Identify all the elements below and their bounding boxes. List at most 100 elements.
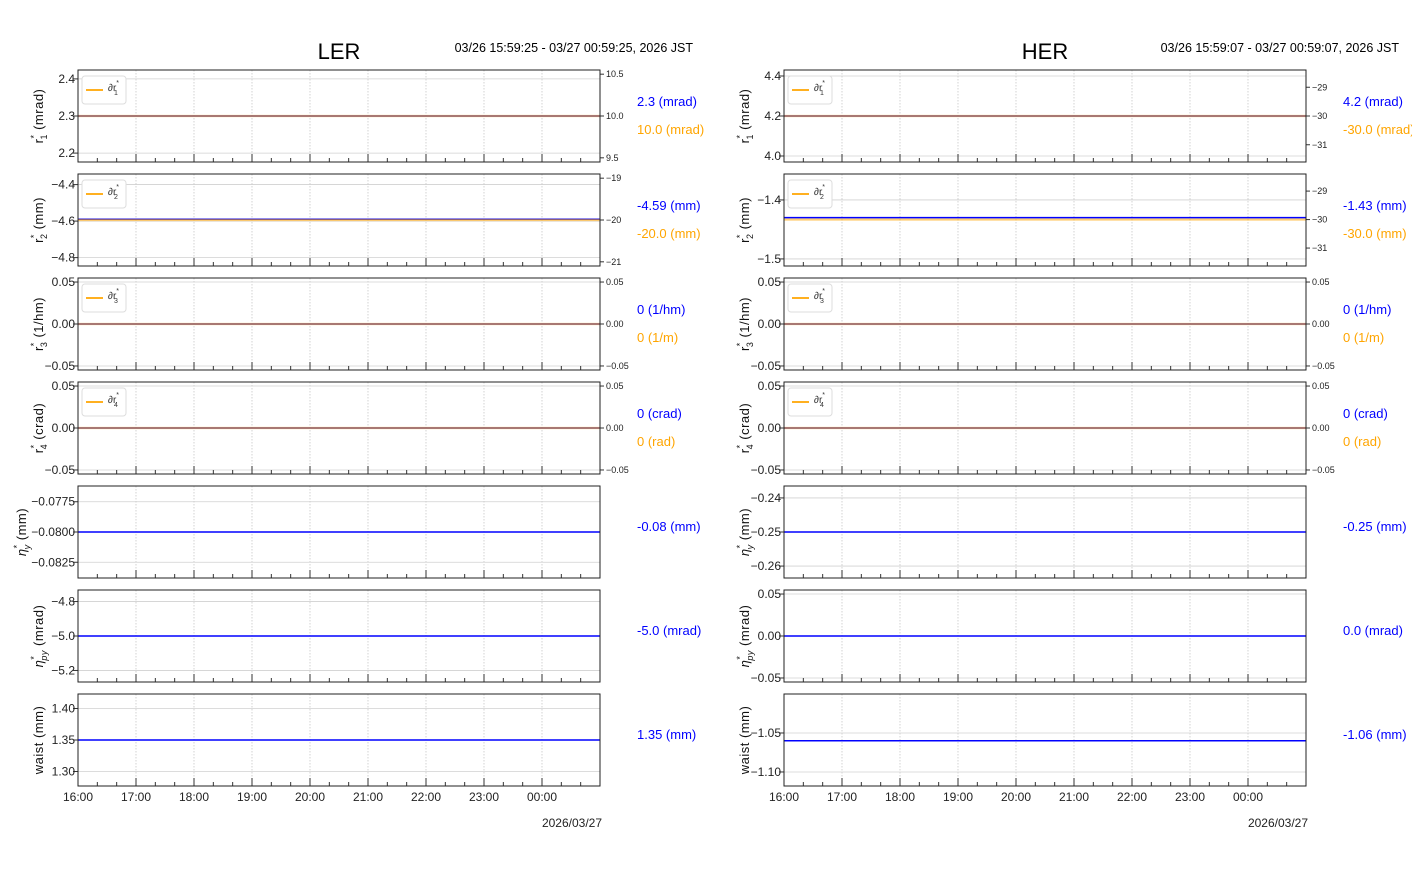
ytick-label: 2.2: [58, 146, 75, 160]
right-ytick-label: 0.00: [1312, 423, 1330, 433]
ytick-label: −0.05: [751, 671, 782, 685]
ytick-label: 1.40: [52, 701, 76, 715]
y-axis-label: waist (mm): [31, 706, 46, 776]
x-axis-date-label: 2026/03/27: [542, 816, 602, 830]
right-ytick-label: 0.00: [606, 423, 624, 433]
label-unit: (crad): [31, 403, 46, 444]
legend: ∂r* 3: [787, 283, 833, 313]
label-sup: *: [735, 444, 745, 448]
ytick-label: −0.0775: [31, 495, 75, 509]
y-axis-label: r*2 (mm): [29, 197, 49, 243]
right-ytick-label: −0.05: [1312, 361, 1335, 371]
ytick-label: −0.26: [751, 559, 782, 573]
label-sup: *: [116, 392, 119, 399]
chart-ler: LER 03/26 15:59:25 - 03/27 00:59:25, 2026…: [12, 39, 704, 830]
panel: −0.0775 −0.0800 −0.0825η*y (mm) -0.08 (mm): [12, 485, 701, 579]
label-sup: *: [735, 135, 745, 139]
label-sub: 1: [114, 90, 118, 97]
value-readout: 1.35 (mm): [637, 727, 696, 742]
ytick-label: 4.0: [764, 149, 781, 163]
ytick-label: −4.4: [51, 178, 75, 192]
panel: 0.050.00−0.050.050.00−0.05∂r* 3r*3 (1/hm)…: [29, 275, 685, 373]
value-readout: 0.0 (mrad): [1343, 623, 1403, 638]
label-unit: (mm): [737, 508, 752, 544]
legend: ∂r* 1: [81, 75, 127, 105]
value-readout: -5.0 (mrad): [637, 623, 701, 638]
ytick-label: −1.5: [757, 252, 781, 266]
value-readout: 0 (1/hm): [637, 302, 685, 317]
label-sub: 2: [820, 194, 824, 201]
label-sub: 3: [820, 298, 824, 305]
xtick-label: 00:00: [1233, 790, 1263, 804]
xtick-label: 18:00: [179, 790, 209, 804]
ytick-label: 0.05: [758, 379, 782, 393]
panel: −4.8 −5.0 −5.2η*py (mrad) -5.0 (mrad): [29, 589, 701, 683]
y-axis-label: r*4 (crad): [29, 403, 49, 453]
ytick-label: −4.6: [51, 214, 75, 228]
ytick-label: 0.00: [52, 421, 76, 435]
value-readout: 0 (crad): [637, 406, 682, 421]
label-sup: *: [116, 184, 119, 191]
xtick-label: 19:00: [237, 790, 267, 804]
panel: −1.05 −1.10waist (mm) -1.06 (mm) 16:00 17:00…: [737, 693, 1407, 804]
label-sup: *: [822, 392, 825, 399]
right-ytick-label: 0.05: [1312, 277, 1330, 287]
label-unit: (crad): [737, 403, 752, 444]
xtick-label: 23:00: [469, 790, 499, 804]
chart-title: LER: [318, 39, 361, 64]
label-sup: *: [735, 656, 745, 660]
label-unit: (mrad): [737, 605, 752, 650]
ytick-label: 0.00: [758, 629, 782, 643]
value-readout: -0.25 (mm): [1343, 519, 1407, 534]
ytick-label: −1.05: [751, 726, 782, 740]
right-ytick-label: −31: [1312, 243, 1327, 253]
xtick-label: 20:00: [295, 790, 325, 804]
right-ytick-label: −29: [1312, 82, 1327, 92]
right-ytick-label: −30: [1312, 215, 1327, 225]
right-ytick-label: 0.05: [1312, 381, 1330, 391]
beam-monitor-figure: LER 03/26 15:59:25 - 03/27 00:59:25, 2026…: [12, 39, 1412, 830]
time-range: 03/26 15:59:07 - 03/27 00:59:07, 2026 JS…: [1161, 41, 1400, 55]
ytick-label: −0.05: [751, 463, 782, 477]
panel: 4.44.24.0−29−30−31∂r* 1r*1 (mrad) 4.2 (mra…: [735, 69, 1412, 163]
time-range: 03/26 15:59:25 - 03/27 00:59:25, 2026 JS…: [455, 41, 694, 55]
panel: 1.40 1.35 1.30 waist (mm) 1.35 (mm) 16:00 17:0…: [31, 693, 696, 804]
xtick-label: 22:00: [1117, 790, 1147, 804]
panel: −0.24−0.25−0.26η*y (mm) -0.25 (mm): [735, 485, 1407, 579]
ytick-label: −5.0: [51, 629, 75, 643]
ytick-label: −0.05: [45, 463, 76, 477]
value-readout: 0 (crad): [1343, 406, 1388, 421]
label-unit: (mrad): [31, 89, 46, 134]
chart-her: HER 03/26 15:59:07 - 03/27 00:59:07, 2026…: [735, 39, 1412, 830]
label-unit: (mm): [14, 508, 29, 544]
label-sub: 1: [820, 90, 824, 97]
value-readout: 0 (1/hm): [1343, 302, 1391, 317]
ytick-label: 4.4: [764, 69, 781, 83]
panel: 2.42.32.210.510.09.5∂r* 1r*1 (mrad) 2.3 (m…: [29, 69, 704, 163]
xtick-label: 18:00: [885, 790, 915, 804]
xtick-label: 23:00: [1175, 790, 1205, 804]
value-readout: -30.0 (mrad): [1343, 122, 1412, 137]
legend: ∂r* 4: [787, 387, 833, 417]
ytick-label: −0.05: [45, 359, 76, 373]
label-sup: *: [29, 234, 39, 238]
xtick-label: 19:00: [943, 790, 973, 804]
label-unit: (mm): [737, 706, 752, 742]
label-sup: *: [735, 234, 745, 238]
label-sup: *: [29, 342, 39, 346]
label-sup: *: [116, 288, 119, 295]
y-axis-label: r*2 (mm): [735, 197, 755, 243]
label-sub: 2: [114, 194, 118, 201]
legend: ∂r* 3: [81, 283, 127, 313]
right-ytick-label: −0.05: [1312, 465, 1335, 475]
chart-title: HER: [1022, 39, 1068, 64]
ytick-label: 0.05: [758, 587, 782, 601]
right-ytick-label: −30: [1312, 111, 1327, 121]
label-sup: *: [735, 342, 745, 346]
ytick-label: 0.00: [758, 317, 782, 331]
label-unit: (mm): [737, 197, 752, 233]
label-unit: (mm): [31, 706, 46, 742]
ytick-label: 0.00: [758, 421, 782, 435]
label-sup: *: [29, 444, 39, 448]
label-unit: (mrad): [737, 89, 752, 134]
